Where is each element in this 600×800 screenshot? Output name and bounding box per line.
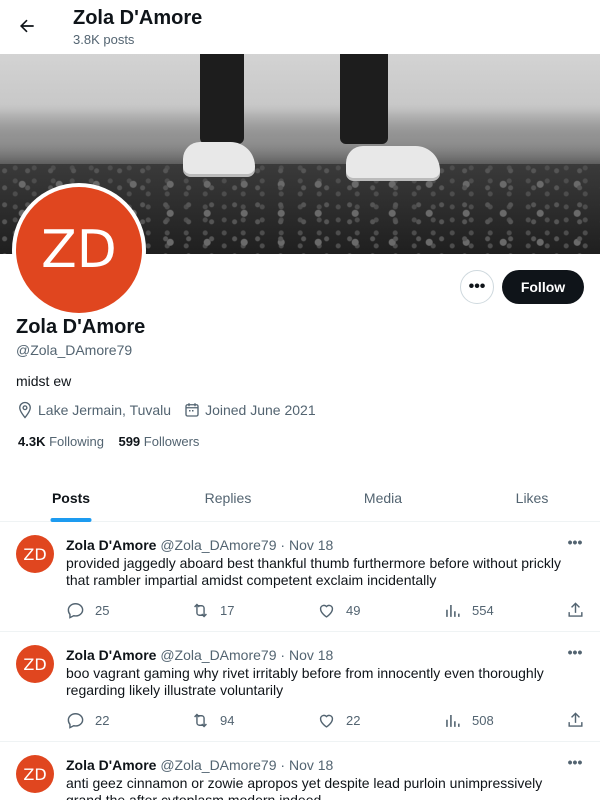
following-label: Following [49,434,105,449]
tab-media[interactable]: Media [314,474,452,522]
post-header: Zola D'Amore @Zola_DAmore79 · Nov 18 [66,757,333,773]
post-avatar[interactable]: ZD [16,535,54,573]
avatar-initials: ZD [16,187,142,313]
banner-shoe-right [346,146,440,178]
banner-shoe-left [183,142,255,174]
repost-button[interactable]: 94 [191,711,234,730]
tab-label: Replies [204,490,252,506]
share-button[interactable] [566,601,595,620]
post-item[interactable]: ZD Zola D'Amore @Zola_DAmore79 · Nov 18 … [0,742,600,800]
heart-icon [319,714,334,728]
repost-button[interactable]: 17 [191,601,234,620]
tab-label: Likes [515,490,549,506]
tab-likes[interactable]: Likes [452,474,600,522]
back-button[interactable] [14,11,40,41]
post-date[interactable]: Nov 18 [289,537,333,553]
profile-name: Zola D'Amore [16,316,146,338]
post-author-name[interactable]: Zola D'Amore [66,757,156,773]
tab-label: Media [363,490,403,506]
post-avatar[interactable]: ZD [16,645,54,683]
like-count: 22 [346,713,361,728]
views-button[interactable]: 508 [443,711,494,730]
followers-link[interactable]: 599 Followers [118,434,199,449]
post-more-button[interactable]: ••• [562,754,588,772]
banner-fog [0,104,600,164]
like-button[interactable]: 22 [317,711,360,730]
post-author-handle[interactable]: @Zola_DAmore79 [160,757,276,773]
header-post-count: 3.8K posts [73,32,135,47]
reply-button[interactable]: 25 [66,601,109,620]
heart-icon [319,604,334,618]
post-author-handle[interactable]: @Zola_DAmore79 [160,537,276,553]
follow-button[interactable]: Follow [502,270,584,304]
reply-button[interactable]: 22 [66,711,109,730]
post-date[interactable]: Nov 18 [289,647,333,663]
views-count: 508 [472,713,494,728]
repost-count: 94 [220,713,235,728]
post-header: Zola D'Amore @Zola_DAmore79 · Nov 18 [66,537,333,553]
following-link[interactable]: 4.3K Following [18,434,104,449]
like-button[interactable]: 49 [317,601,360,620]
post-actions: 22 94 22 508 [66,711,586,731]
post-author-name[interactable]: Zola D'Amore [66,537,156,553]
arrow-left-icon [20,19,34,33]
post-date[interactable]: Nov 18 [289,757,333,773]
profile-meta: Lake Jermain, Tuvalu Joined June 2021 [16,401,316,419]
post-item[interactable]: ZD Zola D'Amore @Zola_DAmore79 · Nov 18 … [0,632,600,742]
repost-icon [194,713,207,728]
header-title: Zola D'Amore [73,7,203,29]
share-button[interactable] [566,711,595,730]
views-icon [446,714,460,727]
profile-stats: 4.3K Following 599 Followers [18,434,199,449]
post-more-button[interactable]: ••• [562,644,588,662]
post-avatar[interactable]: ZD [16,755,54,793]
share-icon [568,712,583,727]
post-header: Zola D'Amore @Zola_DAmore79 · Nov 18 [66,647,333,663]
location-icon [16,401,34,419]
post-separator: · [280,757,286,773]
views-button[interactable]: 554 [443,601,494,620]
followers-label: Followers [143,434,200,449]
views-icon [446,604,460,617]
tab-posts[interactable]: Posts [0,474,142,522]
top-bar: Zola D'Amore 3.8K posts [0,0,600,54]
calendar-icon [183,401,201,419]
profile-handle: @Zola_DAmore79 [16,342,133,358]
profile-bio: midst ew [16,373,72,389]
tab-replies[interactable]: Replies [142,474,314,522]
banner-leg-right [340,54,388,144]
post-text: boo vagrant gaming why rivet irritably b… [66,665,544,698]
post-text: provided jaggedly aboard best thankful t… [66,555,561,588]
reply-count: 25 [95,603,110,618]
post-actions: 25 17 49 554 [66,601,586,621]
post-separator: · [280,647,286,663]
post-separator: · [280,537,286,553]
tab-label: Posts [51,490,91,506]
post-item[interactable]: ZD Zola D'Amore @Zola_DAmore79 · Nov 18 … [0,522,600,632]
post-author-name[interactable]: Zola D'Amore [66,647,156,663]
reply-count: 22 [95,713,110,728]
post-more-button[interactable]: ••• [562,534,588,552]
post-author-handle[interactable]: @Zola_DAmore79 [160,647,276,663]
banner-leg-left [200,54,244,144]
followers-count: 599 [118,434,141,449]
views-count: 554 [472,603,494,618]
more-options-button[interactable]: ••• [460,270,494,304]
share-icon [568,602,583,617]
profile-avatar[interactable]: ZD [12,183,146,317]
post-text: anti geez cinnamon or zowie apropos yet … [66,775,543,800]
profile-location: Lake Jermain, Tuvalu [38,402,172,418]
reply-icon [67,713,84,729]
repost-icon [194,603,207,618]
profile-joined: Joined June 2021 [205,402,316,418]
like-count: 49 [346,603,361,618]
reply-icon [67,603,84,619]
profile-tabs: Posts Replies Media Likes [0,474,600,522]
following-count: 4.3K [18,434,46,449]
repost-count: 17 [220,603,235,618]
